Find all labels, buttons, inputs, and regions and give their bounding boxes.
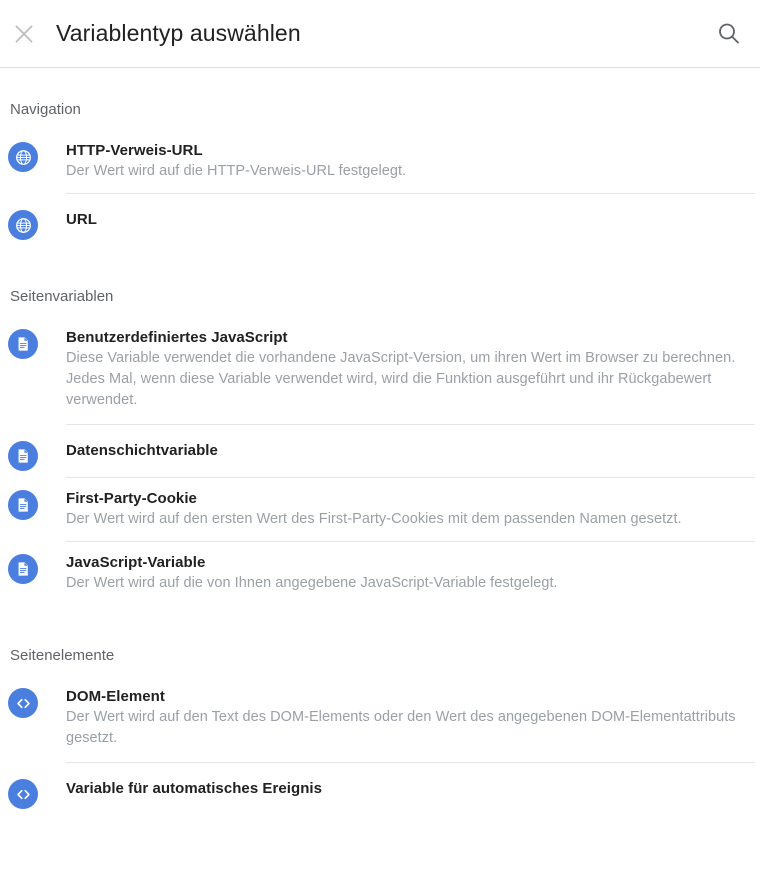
list-item-dom-element[interactable]: DOM-Element Der Wert wird auf den Text d…	[0, 676, 760, 763]
list-item-description: Der Wert wird auf den ersten Wert des Fi…	[66, 511, 682, 527]
list-item-body: HTTP-Verweis-URL Der Wert wird auf die H…	[66, 130, 755, 194]
list-item-body: Datenschichtvariable	[66, 425, 755, 478]
page-title: Variablentyp auswählen	[56, 20, 301, 46]
list-item-title: Datenschichtvariable	[66, 442, 218, 459]
list-item-http-referrer[interactable]: HTTP-Verweis-URL Der Wert wird auf die H…	[0, 130, 760, 194]
list-item-data-layer-variable[interactable]: Datenschichtvariable	[0, 425, 760, 478]
list-item-title: DOM-Element	[66, 688, 165, 705]
section-heading-navigation: Navigation	[10, 101, 81, 118]
list-item-body: Benutzerdefiniertes JavaScript Diese Var…	[66, 317, 755, 425]
document-icon	[8, 490, 38, 520]
section-items-page-variables: Benutzerdefiniertes JavaScript Diese Var…	[0, 317, 760, 605]
search-icon	[716, 21, 742, 47]
code-icon	[8, 688, 38, 718]
list-item-description: Diese Variable verwendet die vorhandene …	[66, 350, 736, 408]
list-item-description: Der Wert wird auf den Text des DOM-Eleme…	[66, 709, 736, 746]
section-navigation: Navigation HTTP-Verweis-URL Der Wert wir…	[0, 68, 760, 246]
section-items-navigation: HTTP-Verweis-URL Der Wert wird auf die H…	[0, 130, 760, 246]
list-item-first-party-cookie[interactable]: First-Party-Cookie Der Wert wird auf den…	[0, 478, 760, 542]
search-button[interactable]	[716, 21, 742, 47]
document-icon	[8, 441, 38, 471]
document-icon	[8, 329, 38, 359]
list-item-description: Der Wert wird auf die von Ihnen angegebe…	[66, 575, 558, 591]
list-item-title: JavaScript-Variable	[66, 554, 206, 571]
section-heading-page-elements: Seitenelemente	[10, 647, 115, 664]
list-item-url[interactable]: URL	[0, 194, 760, 246]
section-page-elements: Seitenelemente DOM-Element Der Wert wird…	[0, 605, 760, 815]
section-items-page-elements: DOM-Element Der Wert wird auf den Text d…	[0, 676, 760, 815]
list-item-title: Variable für automatisches Ereignis	[66, 780, 323, 797]
globe-icon	[8, 142, 38, 172]
close-button[interactable]	[12, 22, 36, 46]
list-item-body: DOM-Element Der Wert wird auf den Text d…	[66, 676, 755, 763]
list-item-body: URL	[66, 194, 755, 246]
globe-icon	[8, 210, 38, 240]
list-item-custom-javascript[interactable]: Benutzerdefiniertes JavaScript Diese Var…	[0, 317, 760, 425]
list-item-title: URL	[66, 211, 97, 228]
close-icon	[13, 23, 35, 45]
list-item-body: Variable für automatisches Ereignis	[66, 763, 755, 815]
code-icon	[8, 779, 38, 809]
dialog-header: Variablentyp auswählen	[0, 0, 760, 68]
section-heading-page-variables: Seitenvariablen	[10, 288, 114, 305]
list-item-body: First-Party-Cookie Der Wert wird auf den…	[66, 478, 755, 542]
list-item-description: Der Wert wird auf die HTTP-Verweis-URL f…	[66, 163, 407, 179]
section-page-variables: Seitenvariablen Benutzerdefiniertes Java…	[0, 246, 760, 605]
list-item-title: HTTP-Verweis-URL	[66, 142, 203, 159]
document-icon	[8, 554, 38, 584]
variable-type-list: Navigation HTTP-Verweis-URL Der Wert wir…	[0, 68, 760, 815]
list-item-auto-event-variable[interactable]: Variable für automatisches Ereignis	[0, 763, 760, 815]
list-item-title: First-Party-Cookie	[66, 490, 197, 507]
list-item-javascript-variable[interactable]: JavaScript-Variable Der Wert wird auf di…	[0, 542, 760, 605]
list-item-title: Benutzerdefiniertes JavaScript	[66, 329, 288, 346]
list-item-body: JavaScript-Variable Der Wert wird auf di…	[66, 542, 755, 605]
